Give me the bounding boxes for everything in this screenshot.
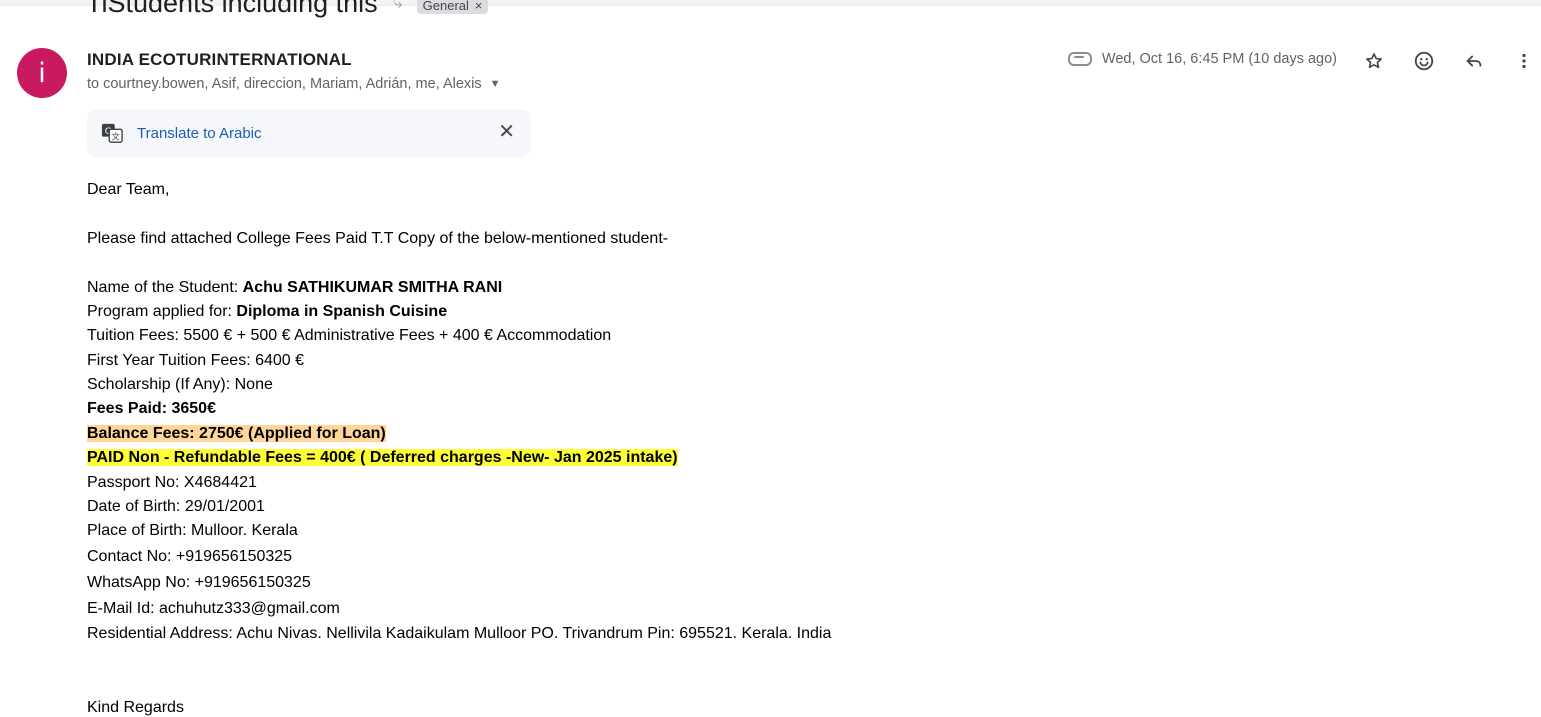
avatar[interactable]: i [17,48,67,98]
first-year-line: First Year Tuition Fees: 6400 € [87,352,305,369]
pob-line: Place of Birth: Mulloor. Kerala [87,522,298,539]
address-line: Residential Address: Achu Nivas. Nellivi… [87,625,832,642]
fees-paid-line: Fees Paid: 3650€ [87,400,216,417]
recipients-text: to courtney.bowen, Asif, direccion, Mari… [87,76,482,92]
closing-line: Kind Regards [87,699,184,716]
star-icon[interactable] [1359,46,1389,76]
message-meta: Wed, Oct 16, 6:45 PM (10 days ago) [1067,51,1337,67]
important-marker-icon[interactable]: ⤷ [394,0,403,13]
translate-link[interactable]: Translate to Arabic [137,125,262,142]
balance-text: Balance Fees: 2750€ (Applied for Loan) [87,425,386,442]
greeting: Dear Team, [87,181,170,198]
non-refundable-line: PAID Non - Refundable Fees = 400€ ( Defe… [87,449,678,467]
more-vert-icon[interactable] [1509,46,1539,76]
program-value: Diploma in Spanish Cuisine [236,303,448,320]
message-date: Wed, Oct 16, 6:45 PM (10 days ago) [1101,51,1337,67]
translate-icon: G 文 [101,122,123,144]
passport-line: Passport No: X4684421 [87,474,257,491]
sender-name[interactable]: INDIA ECOTURINTERNATIONAL [87,50,352,70]
subject-line: TiStudents including this ⤷ General × [86,0,489,19]
dob-line: Date of Birth: 29/01/2001 [87,498,265,515]
non-refundable-text: PAID Non - Refundable Fees = 400€ ( Defe… [87,449,678,466]
scholarship-line: Scholarship (If Any): None [87,376,273,393]
chevron-down-icon[interactable]: ▼ [490,78,501,90]
student-name-label: Name of the Student: [87,279,243,296]
emoji-icon[interactable] [1409,46,1439,76]
recipients-line: to courtney.bowen, Asif, direccion, Mari… [87,76,501,92]
attachment-icon [1067,52,1092,66]
label-chip-text: General [422,0,469,13]
intro-text: Please find attached College Fees Paid T… [87,230,669,247]
student-name-line: Name of the Student: Achu SATHIKUMAR SMI… [87,279,502,297]
svg-text:文: 文 [112,131,120,141]
contact-line: Contact No: +919656150325 [87,548,293,565]
balance-line: Balance Fees: 2750€ (Applied for Loan) [87,425,386,443]
email-line: E-Mail Id: achuhutz333@gmail.com [87,600,340,617]
reply-icon[interactable] [1459,46,1489,76]
student-name-value: Achu SATHIKUMAR SMITHA RANI [242,279,503,296]
whatsapp-line: WhatsApp No: +919656150325 [87,574,311,591]
program-label: Program applied for: [87,303,237,320]
label-chip[interactable]: General × [416,0,489,14]
subject-title: TiStudents including this [86,0,378,18]
label-remove-icon[interactable]: × [475,0,483,13]
translate-bar: G 文 Translate to Arabic ✕ [87,109,531,157]
tuition-line: Tuition Fees: 5500 € + 500 € Administrat… [87,327,612,344]
close-icon[interactable]: ✕ [498,122,515,142]
program-line: Program applied for: Diploma in Spanish … [87,303,447,321]
